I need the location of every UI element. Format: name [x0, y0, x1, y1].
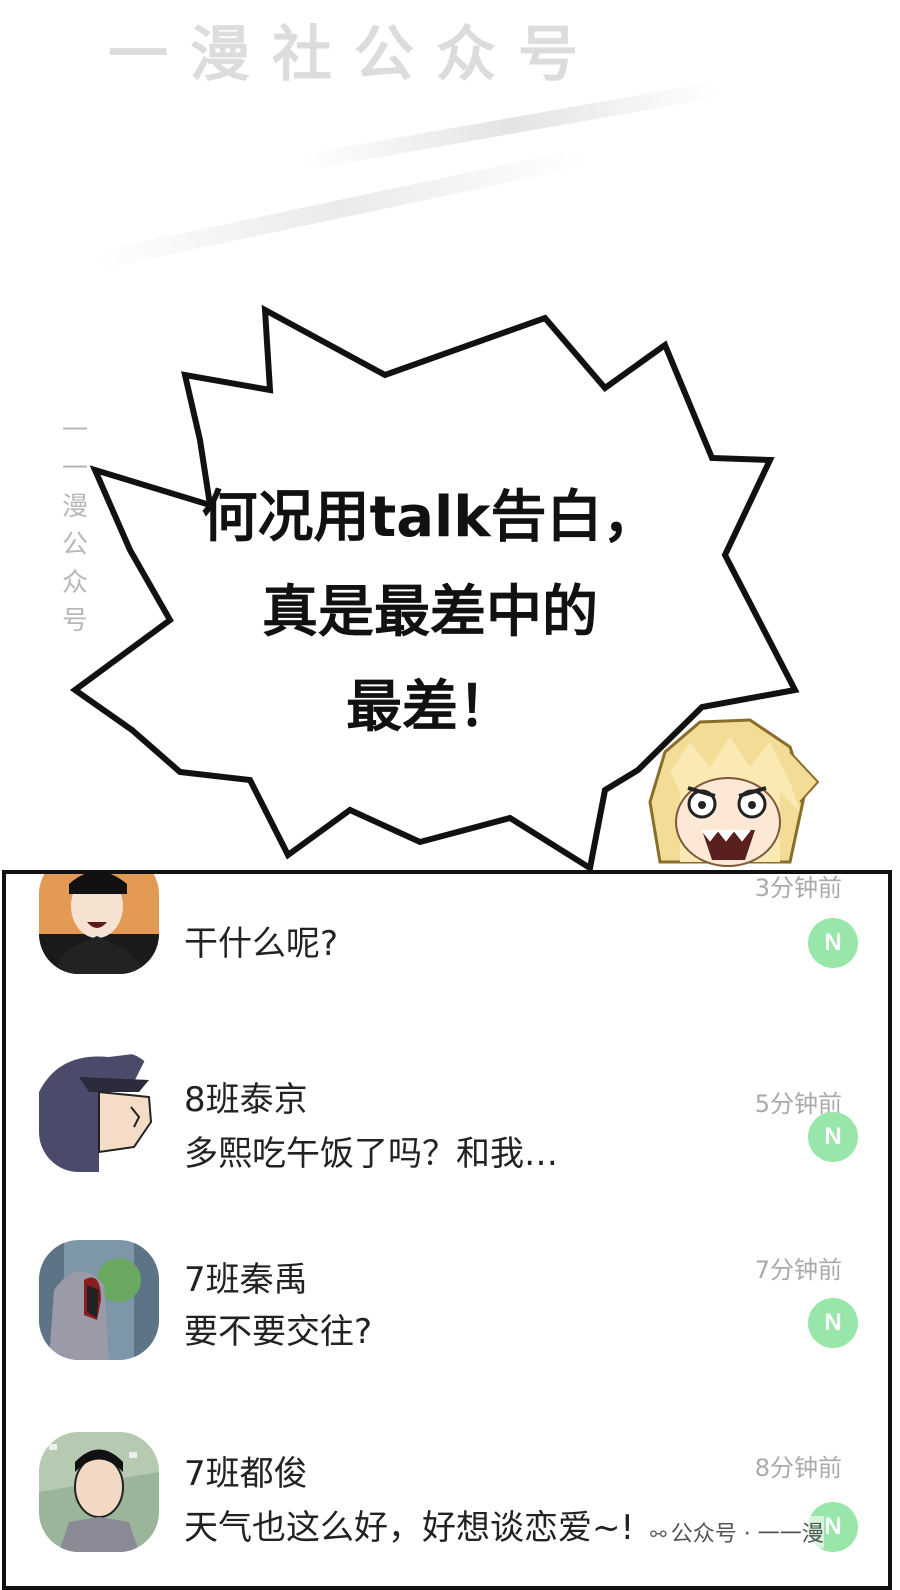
chat-list-item[interactable]: 8班泰京 多熙吃午饭了吗？和我… 5分钟前 N	[6, 1046, 888, 1196]
chat-timestamp: 7分钟前	[754, 1256, 842, 1284]
speech-line: 最差！	[346, 675, 514, 740]
avatar	[39, 1432, 159, 1552]
chat-contact-name: 7班秦禹	[184, 1260, 308, 1300]
footer-watermark: ⚯ 公众号 · 一一漫	[650, 1516, 824, 1548]
chat-timestamp: 3分钟前	[754, 874, 842, 902]
avatar	[39, 1052, 159, 1172]
chat-message-preview: 天气也这么好，好想谈恋爱~!	[184, 1508, 635, 1548]
speech-line: 何况用talk告白，	[201, 485, 659, 550]
new-message-badge: N	[808, 1112, 858, 1162]
avatar	[39, 1240, 159, 1360]
new-message-badge: N	[808, 1298, 858, 1348]
new-message-badge: N	[808, 918, 858, 968]
chat-list-item[interactable]: 7班都俊 天气也这么好，好想谈恋爱~! 8分钟前 N	[6, 1428, 888, 1586]
avatar	[39, 874, 159, 974]
chat-list-item[interactable]: 7班秦禹 要不要交往? 7分钟前 N	[6, 1234, 888, 1384]
speech-text: 何况用talk告白， 真是最差中的 最差！	[150, 470, 710, 755]
footer-watermark-text: 公众号 · 一一漫	[670, 1522, 824, 1547]
chat-list-item[interactable]: 干什么呢? 3分钟前 N	[6, 874, 888, 1004]
chat-message-preview: 干什么呢?	[184, 924, 339, 964]
chibi-character-image	[648, 718, 820, 867]
chat-list-panel: 干什么呢? 3分钟前 N 8班泰京 多熙吃午饭了吗？和我… 5分钟前 N 7班秦…	[2, 870, 892, 1590]
chat-message-preview: 多熙吃午饭了吗？和我…	[184, 1134, 558, 1174]
speech-line: 真是最差中的	[262, 580, 598, 645]
wechat-icon: ⚯	[650, 1522, 667, 1546]
chat-contact-name: 8班泰京	[184, 1080, 308, 1120]
chat-message-preview: 要不要交往?	[184, 1312, 373, 1352]
chat-timestamp: 8分钟前	[754, 1454, 842, 1482]
chat-contact-name: 7班都俊	[184, 1454, 308, 1494]
